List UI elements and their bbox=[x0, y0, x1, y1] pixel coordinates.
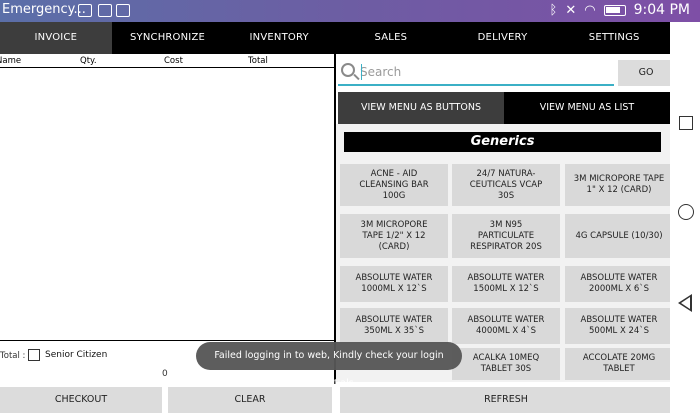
product-button[interactable]: ABSOLUTE WATER 1000ML X 12`S bbox=[340, 266, 448, 302]
view-as-buttons-button[interactable]: VIEW MENU AS BUTTONS bbox=[338, 92, 504, 124]
column-header-name: Name bbox=[0, 56, 22, 66]
tab-synchronize[interactable]: SYNCHRONIZE bbox=[112, 22, 224, 54]
product-button[interactable]: 3M MICROPORE TAPE 1" X 12 (CARD) bbox=[565, 164, 670, 206]
product-button[interactable]: ACCOLATE 20MG TABLET bbox=[565, 348, 670, 380]
product-button[interactable]: 24/7 NATURA- CEUTICALS VCAP 30S bbox=[452, 164, 560, 206]
product-button[interactable]: 3M N95 PARTICULATE RESPIRATOR 20S bbox=[452, 214, 560, 258]
tab-settings[interactable]: SETTINGS bbox=[558, 22, 670, 54]
product-button[interactable]: ABSOLUTE WATER 350ML X 35`S bbox=[340, 308, 448, 344]
total-value: 0 bbox=[162, 369, 168, 379]
product-button[interactable]: ACNE - AID CLEANSING BAR 100G bbox=[340, 164, 448, 206]
product-button[interactable]: 4G CAPSULE (10/30) bbox=[565, 214, 670, 258]
search-bar bbox=[338, 58, 614, 86]
app-title: Emergency... bbox=[2, 2, 86, 17]
tab-delivery[interactable]: DELIVERY bbox=[447, 22, 559, 54]
keyboard-icon bbox=[98, 4, 112, 17]
search-icon bbox=[341, 63, 355, 77]
go-button[interactable]: GO bbox=[618, 60, 674, 86]
total-label: Total : bbox=[0, 351, 26, 361]
status-icons: ᛒ ✕ ◠ 9:04 PM bbox=[550, 2, 690, 18]
error-toast: Failed logging in to web, Kindly check y… bbox=[196, 342, 462, 389]
clock: 9:04 PM bbox=[633, 2, 690, 18]
view-menu-toggle: VIEW MENU AS BUTTONS VIEW MENU AS LIST bbox=[338, 92, 670, 124]
invoice-table-header: Name Qty. Cost Total bbox=[0, 54, 334, 68]
bluetooth-icon: ᛒ bbox=[549, 2, 558, 18]
main-tabs: INVOICE SYNCHRONIZE INVENTORY SALES DELI… bbox=[0, 22, 670, 54]
tab-sales[interactable]: SALES bbox=[335, 22, 447, 54]
mail-icon bbox=[116, 4, 130, 17]
battery-icon bbox=[603, 4, 626, 16]
invoice-items-list[interactable] bbox=[0, 68, 334, 340]
product-button[interactable]: 3M MICROPORE TAPE 1/2" X 12 (CARD) bbox=[340, 214, 448, 258]
status-bar: Emergency... ᛒ ✕ ◠ 9:04 PM bbox=[0, 0, 700, 22]
refresh-button[interactable]: REFRESH bbox=[340, 387, 672, 413]
column-header-qty: Qty. bbox=[80, 56, 97, 66]
product-button[interactable]: ABSOLUTE WATER 500ML X 24`S bbox=[565, 308, 670, 344]
senior-citizen-checkbox[interactable] bbox=[28, 349, 40, 361]
mute-icon: ✕ bbox=[565, 2, 577, 18]
column-header-cost: Cost bbox=[164, 56, 183, 66]
column-header-total: Total bbox=[248, 56, 268, 66]
tab-inventory[interactable]: INVENTORY bbox=[223, 22, 335, 54]
image-icon bbox=[78, 4, 92, 17]
product-button[interactable]: ACALKA 10MEQ TABLET 30S bbox=[452, 348, 560, 380]
senior-citizen-label: Senior Citizen bbox=[45, 350, 108, 360]
back-icon[interactable] bbox=[678, 294, 692, 312]
search-input[interactable] bbox=[360, 62, 610, 82]
home-icon[interactable] bbox=[678, 204, 694, 220]
wifi-icon: ◠ bbox=[584, 2, 596, 18]
checkout-button[interactable]: CHECKOUT bbox=[0, 387, 162, 413]
product-button[interactable]: ABSOLUTE WATER 4000ML X 4`S bbox=[452, 308, 560, 344]
tab-invoice[interactable]: INVOICE bbox=[0, 22, 112, 54]
view-as-list-button[interactable]: VIEW MENU AS LIST bbox=[504, 92, 670, 124]
recent-apps-icon[interactable] bbox=[679, 116, 693, 130]
product-button[interactable]: ABSOLUTE WATER 1500ML X 12`S bbox=[452, 266, 560, 302]
text-cursor bbox=[361, 64, 362, 80]
product-button[interactable]: ABSOLUTE WATER 2000ML X 6`S bbox=[565, 266, 670, 302]
navigation-bar bbox=[670, 22, 700, 416]
category-header: Generics bbox=[344, 132, 661, 152]
